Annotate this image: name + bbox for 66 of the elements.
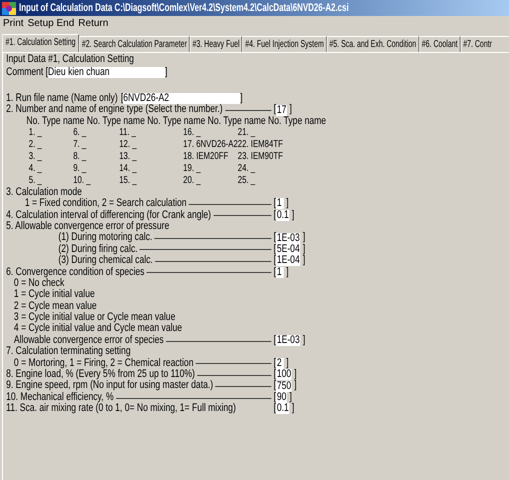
field-label: 6. Convergence condition of species xyxy=(6,266,144,278)
input-field[interactable]: [1 ] xyxy=(274,198,289,210)
table-cell: 9. _ xyxy=(73,162,86,174)
table-cell: 5. _ xyxy=(28,174,42,186)
table-cell: 6. _ xyxy=(73,126,86,138)
tab[interactable]: #3. Heavy Fuel xyxy=(190,36,242,52)
field-label: 1 = Fixed condition, 2 = Search calculation xyxy=(24,198,187,210)
option-text: 2 = Cycle mean value xyxy=(14,300,97,312)
table-cell: 15. _ xyxy=(119,174,137,186)
table-cell: 24. _ xyxy=(238,162,256,174)
table-cell: 4. _ xyxy=(28,162,42,174)
table-cell: 17. 6NVD26-A2 xyxy=(183,138,238,150)
table-cell: 23. IEM90TF xyxy=(238,150,283,162)
panel-heading: Input Data #1, Calculation Setting xyxy=(5,54,134,66)
option-text: 5. Allowable convergence error of pressure xyxy=(6,220,170,232)
field-label: (2) During firing calc. xyxy=(58,244,138,255)
table-cell: 1. _ xyxy=(28,126,42,138)
table-cell: 10. _ xyxy=(73,174,91,186)
table-cell: 13. _ xyxy=(119,150,137,162)
tab[interactable]: #6. Coolant xyxy=(418,36,460,52)
tab[interactable]: #4. Fuel Injection System xyxy=(242,36,327,52)
field-label: 9. Engine speed, rpm (No input for using master data.) xyxy=(6,380,214,392)
table-cell: 18. IEM20FF xyxy=(183,150,228,162)
window-title: Input of Calculation Data C:\Diagsoft\Comlex\Ver4.2\System4.2\CalcData\6NVD26-A2.csi xyxy=(19,1,349,15)
tab[interactable]: #5. Sca. and Exh. Condition xyxy=(326,36,419,52)
table-cell: 3. _ xyxy=(28,150,42,162)
tab[interactable]: #2. Search Calculation Parameter xyxy=(79,36,190,52)
field-label: (1) During motoring calc. xyxy=(58,232,152,244)
menu-item[interactable]: Setup End xyxy=(26,17,76,31)
table-cell: 16. _ xyxy=(183,126,201,138)
menu-item[interactable]: Return xyxy=(77,17,110,31)
table-cell: 8. _ xyxy=(73,150,86,162)
table-cell: 20. _ xyxy=(183,174,201,186)
table-cell: 12. _ xyxy=(119,138,137,150)
option-text: 0 = No check xyxy=(14,278,64,289)
menu-item[interactable]: Print xyxy=(2,17,25,31)
tab[interactable]: #7. Contr xyxy=(460,36,509,52)
field-label: 0 = Mortoring, 1 = Firing, 2 = Chemical reaction xyxy=(14,358,194,369)
field-label: 10. Mechanical efficiency, % xyxy=(6,392,114,403)
input-field[interactable]: [2 ] xyxy=(274,358,289,370)
input-field[interactable]: [Dieu kien chuan ] xyxy=(46,67,168,79)
table-cell: 19. _ xyxy=(183,162,201,174)
option-text: 3 = Cycle initial value or Cycle mean value xyxy=(14,312,176,324)
option-text: 1 = Cycle initial value xyxy=(14,289,95,301)
input-field[interactable]: [6NVD26-A2 ] xyxy=(120,93,243,104)
table-cell: 2. _ xyxy=(28,138,42,150)
table-cell: 14. _ xyxy=(119,162,137,174)
tab[interactable]: #1. Calculation Setting xyxy=(2,34,80,52)
table-cell: 25. _ xyxy=(238,174,256,186)
field-label: 2. Number and name of engine type (Select the number.) xyxy=(6,104,223,116)
table-cell: 22. IEM84TF xyxy=(238,138,283,150)
app-icon xyxy=(2,2,16,14)
table-cell: 11. _ xyxy=(119,126,136,138)
table-cell: 7. _ xyxy=(73,138,86,150)
field-label: Allowable convergence error of species xyxy=(14,334,164,346)
option-text: 4 = Cycle initial value and Cycle mean value xyxy=(14,323,182,335)
table-header: No. Type name No. Type name No. Type name No. Type name No. Type name xyxy=(25,116,326,127)
field-label: 4. Calculation interval of differencing (for Crank angle) xyxy=(6,210,212,221)
table-cell: 21. _ xyxy=(238,126,256,138)
field-label: 1. Run file name (Name only) xyxy=(6,93,118,104)
field-label: (3) During chemical calc. xyxy=(58,255,153,267)
option-text: 3. Calculation mode xyxy=(6,186,82,198)
field-label: Comment xyxy=(6,67,44,79)
field-label: 11. Sca. air mixing rate (0 to 1, 0= No mixing, 1= Full mixing) xyxy=(6,403,236,415)
field-label: 8. Engine load, % (Every 5% from 25 up to 110%) xyxy=(6,369,195,380)
option-text: 7. Calculation terminating setting xyxy=(6,346,131,358)
